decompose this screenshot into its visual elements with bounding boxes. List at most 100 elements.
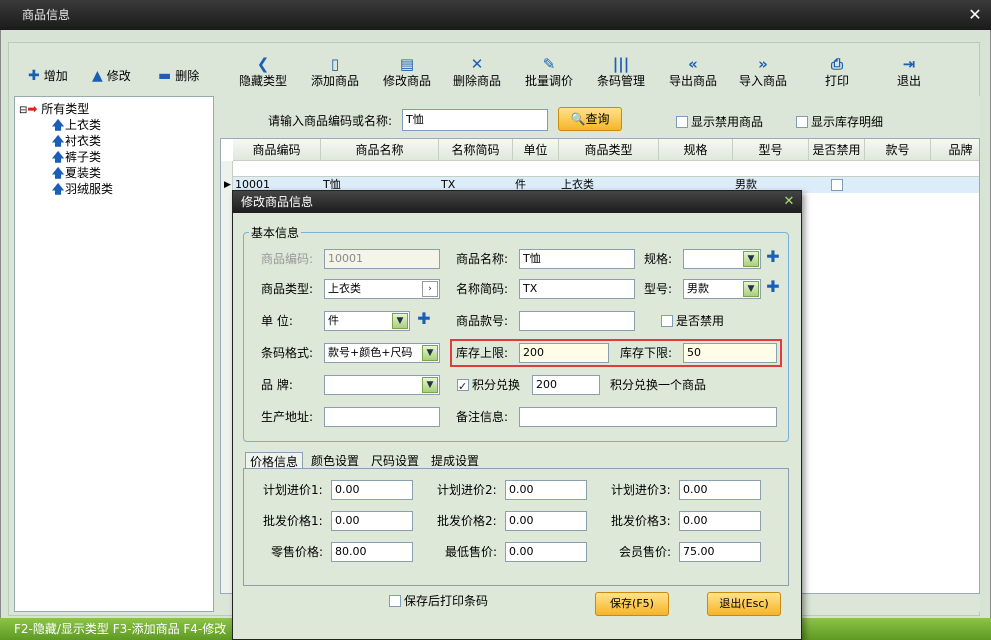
window-close-icon[interactable]: ✕: [965, 5, 985, 25]
column-header[interactable]: 型号: [733, 139, 809, 161]
model-select[interactable]: 男款 ▼: [683, 279, 761, 299]
wholesale-1-field[interactable]: 0.00: [331, 511, 413, 531]
tree-item[interactable]: 🡅衬衣类: [51, 133, 101, 149]
arrow-up-icon: 🡅: [51, 134, 65, 148]
exit-button[interactable]: 退出(Esc): [707, 592, 781, 616]
search-input[interactable]: T恤: [402, 109, 548, 131]
column-header[interactable]: 款号: [865, 139, 931, 161]
dialog-close-icon[interactable]: ✕: [781, 193, 797, 211]
toolbar-button-1[interactable]: ▯ 添加商品: [302, 55, 368, 93]
spec-label: 规格:: [644, 252, 673, 266]
save-button[interactable]: 保存(F5): [595, 592, 669, 616]
toolbar-button-2[interactable]: ▤ 修改商品: [374, 55, 440, 93]
file-add-icon: ▯: [330, 55, 340, 73]
unit-select[interactable]: 件 ▼: [324, 311, 410, 331]
toolbar-button-9[interactable]: ⇥ 退出: [876, 55, 942, 93]
wholesale-2-field[interactable]: 0.00: [505, 511, 587, 531]
spec-select[interactable]: ▼: [683, 249, 761, 269]
column-header[interactable]: 规格: [659, 139, 733, 161]
type-picker[interactable]: 上衣类 ›: [324, 279, 440, 299]
wholesale-2-label: 批发价格2:: [437, 514, 497, 528]
query-button[interactable]: 🔍查询: [558, 107, 622, 131]
toolbar-button-label: 批量调价: [524, 74, 573, 88]
plan-price-1-field[interactable]: 0.00: [331, 480, 413, 500]
toolbar-button-label: 打印: [824, 74, 849, 88]
barcode-format-select[interactable]: 款号+颜色+尺码 ▼: [324, 343, 440, 363]
dropdown-arrow-icon[interactable]: ▼: [422, 345, 438, 361]
add-button[interactable]: ✚ 增加: [28, 66, 68, 86]
column-header[interactable]: 名称简码: [439, 139, 513, 161]
name-field[interactable]: T恤: [519, 249, 635, 269]
filter-row[interactable]: [233, 161, 979, 177]
toolbar-button-3[interactable]: ✕ 删除商品: [444, 55, 510, 93]
toolbar-button-4[interactable]: ✎ 批量调价: [516, 55, 582, 93]
short-code-field[interactable]: TX: [519, 279, 635, 299]
toolbar-button-5[interactable]: ||| 条码管理: [588, 55, 654, 93]
minus-icon: ▬: [158, 68, 172, 84]
tree-item[interactable]: 🡅羽绒服类: [51, 181, 113, 197]
tree-root[interactable]: ⊟➡ 所有类型: [19, 101, 89, 117]
chevron-right-icon[interactable]: ›: [422, 281, 438, 297]
arrow-up-icon: 🡅: [51, 182, 65, 196]
origin-label: 生产地址:: [261, 410, 314, 424]
checkbox-checked-icon[interactable]: [457, 377, 469, 397]
dropdown-arrow-icon[interactable]: ▼: [392, 313, 408, 329]
retail-price-field[interactable]: 80.00: [331, 542, 413, 562]
dropdown-arrow-icon[interactable]: ▼: [743, 251, 759, 267]
print-after-save-checkbox[interactable]: 保存后打印条码: [389, 591, 488, 611]
toolbar-button-0[interactable]: ❮ 隐藏类型: [230, 55, 296, 93]
checkbox-icon[interactable]: [796, 116, 808, 128]
column-header[interactable]: 商品类型: [559, 139, 659, 161]
stock-upper-label: 库存上限:: [456, 346, 509, 360]
checkbox-icon[interactable]: [661, 315, 673, 327]
wholesale-3-field[interactable]: 0.00: [679, 511, 761, 531]
show-disabled-checkbox[interactable]: 显示禁用商品: [676, 113, 763, 130]
disabled-checkbox-cell[interactable]: [831, 179, 843, 191]
toolbar-button-7[interactable]: » 导入商品: [730, 55, 796, 93]
model-label: 型号:: [644, 282, 673, 296]
tree-item[interactable]: 🡅裤子类: [51, 149, 101, 165]
checkbox-icon[interactable]: [676, 116, 688, 128]
style-no-field[interactable]: [519, 311, 635, 331]
arrow-up-icon: 🡅: [51, 150, 65, 164]
delete-x-icon: ✕: [470, 55, 484, 73]
stock-upper-field[interactable]: 200: [519, 343, 609, 363]
remarks-field[interactable]: [519, 407, 777, 427]
plus-icon: ✚: [28, 68, 40, 84]
plan-price-3-field[interactable]: 0.00: [679, 480, 761, 500]
checkbox-icon[interactable]: [389, 595, 401, 607]
toolbar-button-6[interactable]: «导出商品: [660, 55, 726, 93]
brand-select[interactable]: ▼: [324, 375, 440, 395]
disabled-checkbox[interactable]: 是否禁用: [661, 311, 724, 331]
points-checkbox[interactable]: 积分兑换: [457, 375, 520, 397]
type-label: 商品类型:: [261, 282, 314, 296]
tree-item[interactable]: 🡅夏装类: [51, 165, 101, 181]
points-field[interactable]: 200: [532, 375, 600, 395]
file-edit-icon: ▤: [399, 55, 415, 73]
double-left-icon: «: [688, 55, 698, 73]
plan-price-2-field[interactable]: 0.00: [505, 480, 587, 500]
stock-lower-field[interactable]: 50: [683, 343, 777, 363]
column-header[interactable]: 品牌: [931, 139, 979, 161]
arrow-up-icon: 🡅: [51, 166, 65, 180]
member-price-field[interactable]: 75.00: [679, 542, 761, 562]
dropdown-arrow-icon[interactable]: ▼: [422, 377, 438, 393]
min-price-field[interactable]: 0.00: [505, 542, 587, 562]
origin-field[interactable]: [324, 407, 440, 427]
dropdown-arrow-icon[interactable]: ▼: [743, 281, 759, 297]
column-header[interactable]: 单位: [513, 139, 559, 161]
delete-button[interactable]: ▬ 删除: [158, 66, 199, 86]
add-unit-icon[interactable]: ✚: [417, 311, 431, 327]
column-header[interactable]: 商品名称: [321, 139, 439, 161]
column-header[interactable]: 是否禁用: [809, 139, 865, 161]
add-spec-icon[interactable]: ✚: [766, 249, 780, 265]
column-header[interactable]: 商品编码: [233, 139, 321, 161]
toolbar-button-8[interactable]: ⎙ 打印: [804, 55, 870, 93]
short-code-label: 名称简码:: [456, 282, 509, 296]
show-stock-detail-checkbox[interactable]: 显示库存明细: [796, 113, 883, 130]
edit-button[interactable]: ▲ 修改: [92, 66, 131, 86]
add-model-icon[interactable]: ✚: [766, 279, 780, 295]
tree-item[interactable]: 🡅上衣类: [51, 117, 101, 133]
code-field: 10001: [324, 249, 440, 269]
toolbar-button-label: 修改商品: [382, 74, 431, 88]
